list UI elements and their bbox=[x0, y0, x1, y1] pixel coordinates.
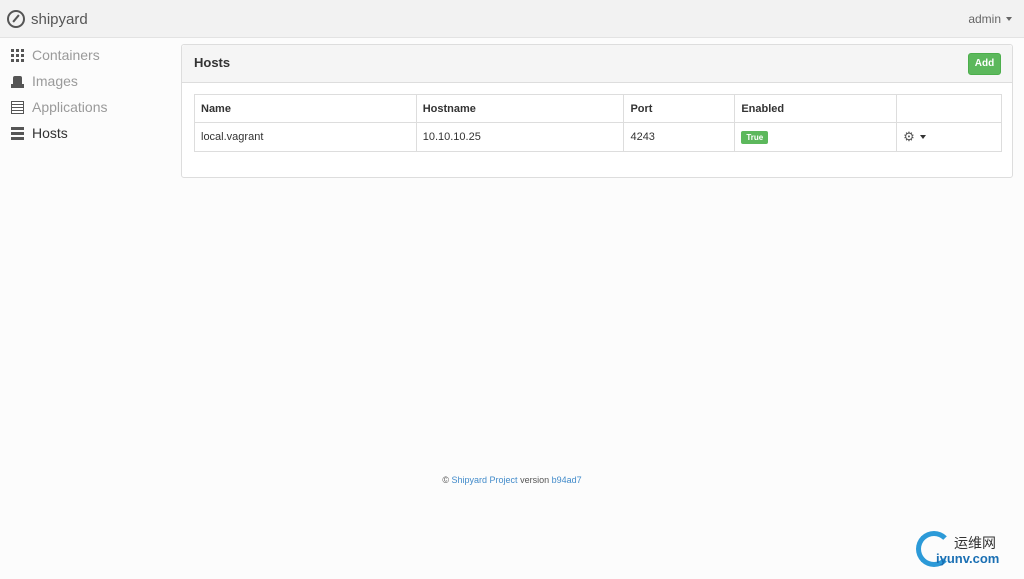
host-hostname-cell: 10.10.10.25 bbox=[415, 122, 625, 152]
add-host-button[interactable]: Add bbox=[968, 53, 1001, 75]
brand-link[interactable]: shipyard bbox=[7, 8, 88, 30]
sidebar-item-label: Hosts bbox=[32, 125, 68, 141]
page-title: Hosts bbox=[194, 55, 231, 70]
panel-heading: Hosts Add bbox=[182, 45, 1012, 83]
chevron-down-icon bbox=[919, 135, 926, 139]
version-label: version bbox=[520, 475, 550, 485]
watermark-en-text: iyunv.com bbox=[936, 551, 1000, 566]
sidebar-item-images[interactable]: Images bbox=[0, 68, 170, 94]
row-actions-dropdown[interactable]: ⚙ bbox=[903, 129, 926, 145]
column-header-name: Name bbox=[194, 94, 417, 123]
host-name-cell: local.vagrant bbox=[194, 122, 417, 152]
grid-icon bbox=[11, 48, 24, 62]
shipyard-project-link[interactable]: Shipyard Project bbox=[452, 475, 518, 485]
host-port-cell: 4243 bbox=[623, 122, 736, 152]
table-header-row: Name Hostname Port Enabled bbox=[194, 94, 1002, 123]
top-navbar: shipyard admin bbox=[0, 0, 1024, 38]
hosts-table: Name Hostname Port Enabled local.vagrant… bbox=[194, 94, 1002, 152]
sidebar-item-label: Applications bbox=[32, 99, 108, 115]
column-header-actions bbox=[896, 94, 1002, 123]
column-header-hostname: Hostname bbox=[415, 94, 625, 123]
user-menu-dropdown[interactable]: admin bbox=[968, 12, 1012, 26]
chevron-down-icon bbox=[1006, 17, 1012, 21]
host-actions-cell: ⚙ bbox=[896, 122, 1002, 152]
sidebar-item-hosts[interactable]: Hosts bbox=[0, 120, 170, 146]
gear-icon: ⚙ bbox=[903, 129, 915, 144]
sidebar-item-containers[interactable]: Containers bbox=[0, 42, 170, 68]
sidebar-item-label: Images bbox=[32, 73, 78, 89]
copyright-symbol: © bbox=[442, 475, 449, 485]
host-enabled-cell: True bbox=[734, 122, 898, 152]
list-icon bbox=[11, 100, 24, 114]
footer: © Shipyard Project version b94ad7 bbox=[0, 475, 1024, 485]
server-icon bbox=[11, 126, 24, 140]
compass-icon bbox=[7, 10, 25, 28]
drive-icon bbox=[11, 75, 24, 88]
status-badge: True bbox=[741, 130, 769, 144]
sidebar: Containers Images Applications Hosts bbox=[0, 42, 170, 146]
sidebar-item-applications[interactable]: Applications bbox=[0, 94, 170, 120]
column-header-enabled: Enabled bbox=[734, 94, 898, 123]
user-name: admin bbox=[968, 12, 1001, 26]
column-header-port: Port bbox=[623, 94, 736, 123]
table-row: local.vagrant 10.10.10.25 4243 True ⚙ bbox=[194, 122, 1002, 152]
watermark-logo: 运维网 iyunv.com bbox=[916, 527, 1016, 575]
sidebar-item-label: Containers bbox=[32, 47, 100, 63]
watermark-cn-text: 运维网 bbox=[954, 535, 996, 551]
hosts-panel: Hosts Add Name Hostname Port Enabled loc… bbox=[181, 44, 1013, 178]
version-link[interactable]: b94ad7 bbox=[552, 475, 582, 485]
brand-name: shipyard bbox=[31, 10, 88, 28]
